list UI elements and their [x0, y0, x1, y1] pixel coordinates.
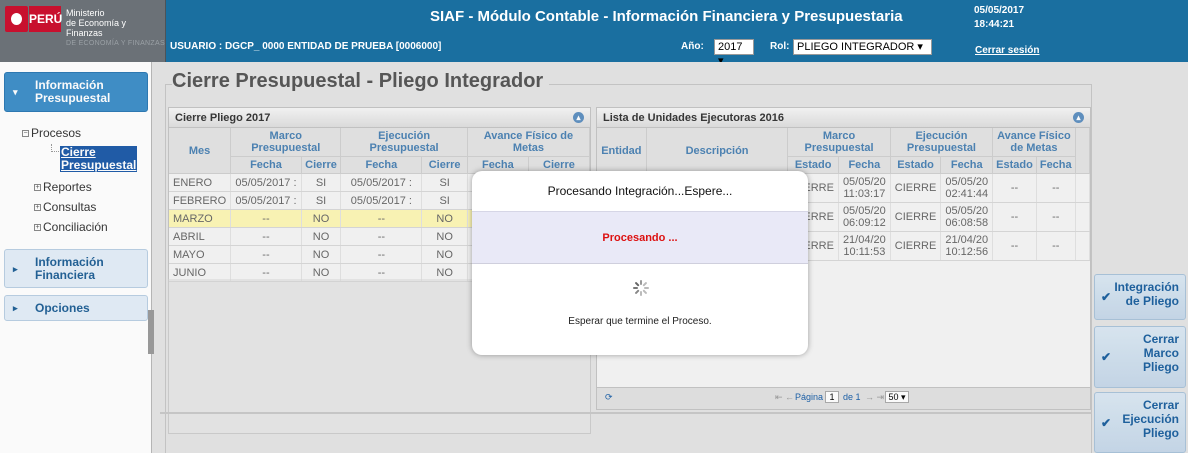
year-select[interactable]: 2017 ▾: [714, 39, 754, 67]
role-select[interactable]: PLIEGO INTEGRADOR ▾: [793, 39, 932, 55]
wait-message: Esperar que termine el Proceso.: [568, 316, 712, 327]
dialog-title: Procesando Integración...Espere...: [472, 171, 808, 212]
logout-link[interactable]: Cerrar sesión: [975, 45, 1039, 56]
peru-brand: PERÚ: [29, 6, 62, 32]
peru-coat-icon: [5, 6, 28, 32]
session-datetime: 05/05/2017 18:44:21: [974, 4, 1024, 32]
ministry-logo: PERÚ Ministerio de Economía y Finanzas D…: [0, 0, 166, 62]
processing-dialog: Procesando Integración...Espere... Proce…: [472, 171, 808, 355]
processing-status: Procesando ...: [472, 212, 808, 264]
year-label: Año:: [681, 41, 704, 52]
ministry-subtitle: DE ECONOMÍA Y FINANZAS: [66, 40, 165, 47]
session-date: 05/05/2017: [974, 5, 1025, 16]
app-header: PERÚ Ministerio de Economía y Finanzas D…: [0, 0, 1188, 67]
loading-spinner-icon: [633, 280, 649, 296]
session-time: 18:44:21: [974, 19, 1015, 30]
app-title: SIAF - Módulo Contable - Información Fin…: [430, 8, 903, 25]
ministry-name: Ministerio de Economía y Finanzas: [66, 8, 127, 38]
user-entity-info: USUARIO : DGCP_ 0000 ENTIDAD DE PRUEBA […: [170, 41, 442, 52]
role-label: Rol:: [770, 41, 790, 52]
